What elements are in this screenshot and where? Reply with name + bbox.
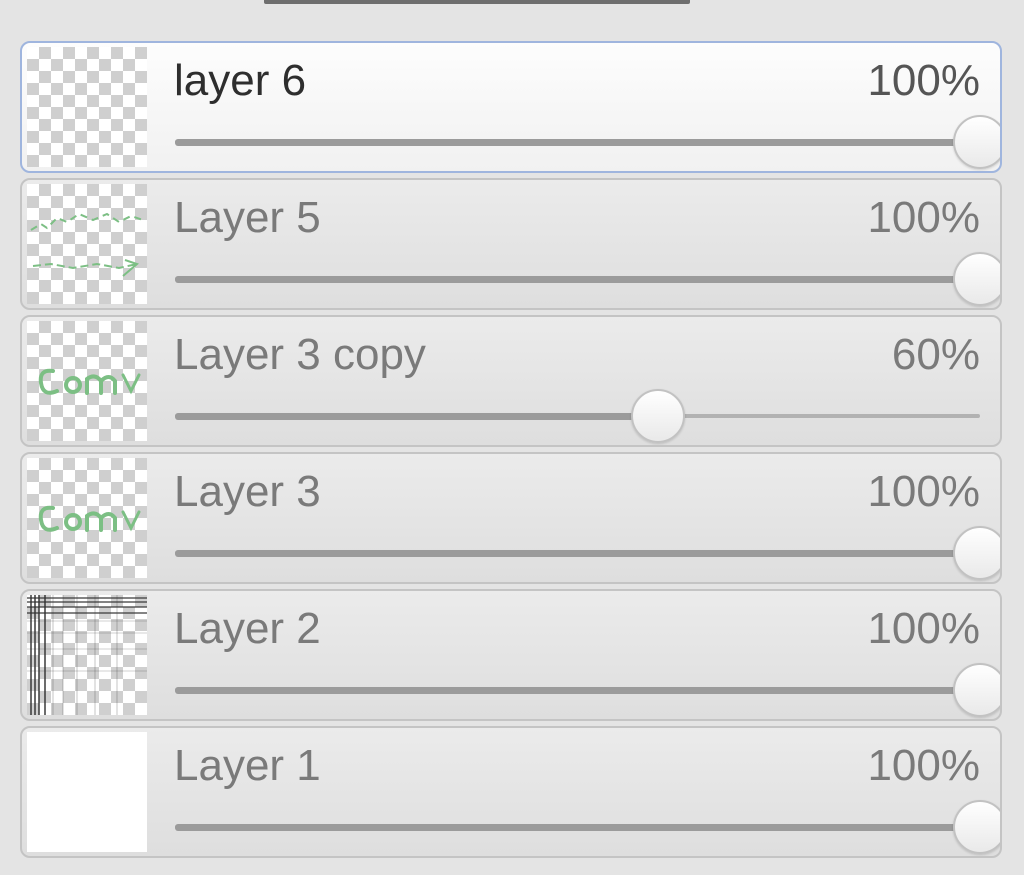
- layer-opacity-value: 100%: [867, 467, 980, 516]
- layer-row[interactable]: Layer 3 100%: [20, 452, 1002, 584]
- opacity-slider[interactable]: [175, 252, 1000, 306]
- slider-fill: [175, 413, 658, 420]
- slider-handle[interactable]: [953, 526, 1000, 580]
- opacity-slider[interactable]: [175, 389, 980, 443]
- opacity-slider[interactable]: [175, 526, 1000, 580]
- layer-thumbnail: [27, 732, 147, 852]
- layer-row[interactable]: Layer 3 copy 60%: [20, 315, 1002, 447]
- opacity-slider[interactable]: [175, 115, 1000, 169]
- layer-opacity-value: 60%: [891, 330, 980, 379]
- thumbnail-art: [30, 212, 144, 277]
- layers-panel: layer 6 100% Layer 5 100% Layer 3 copy 6…: [20, 41, 1002, 863]
- slider-fill: [175, 687, 980, 694]
- slider-fill: [175, 824, 980, 831]
- layer-row[interactable]: Layer 1 100%: [20, 726, 1002, 858]
- layer-row[interactable]: layer 6 100%: [20, 41, 1002, 173]
- slider-handle[interactable]: [953, 663, 1000, 717]
- thumbnail-art: [38, 368, 141, 395]
- thumbnail-art: [27, 595, 147, 715]
- layer-name[interactable]: Layer 5: [174, 190, 321, 246]
- thumbnail-art: [38, 505, 141, 532]
- opacity-slider[interactable]: [175, 663, 1000, 717]
- panel-header-bar: [264, 0, 690, 4]
- layer-opacity-value: 100%: [867, 604, 980, 653]
- layer-opacity-value: 100%: [867, 56, 980, 105]
- layer-thumbnail: [27, 184, 147, 304]
- slider-handle[interactable]: [953, 252, 1000, 306]
- layer-name[interactable]: Layer 3 copy: [174, 327, 426, 383]
- layer-thumbnail: [27, 458, 147, 578]
- slider-handle[interactable]: [953, 115, 1000, 169]
- slider-fill: [175, 550, 980, 557]
- layer-row[interactable]: Layer 2 100%: [20, 589, 1002, 721]
- layer-name[interactable]: Layer 2: [174, 601, 321, 657]
- layer-name[interactable]: layer 6: [174, 53, 306, 109]
- layer-opacity-value: 100%: [867, 741, 980, 790]
- layer-thumbnail: [27, 595, 147, 715]
- opacity-slider[interactable]: [175, 800, 1000, 854]
- slider-handle[interactable]: [631, 389, 685, 443]
- slider-fill: [175, 276, 980, 283]
- layer-row[interactable]: Layer 5 100%: [20, 178, 1002, 310]
- layer-thumbnail: [27, 47, 147, 167]
- slider-fill: [175, 139, 980, 146]
- layer-opacity-value: 100%: [867, 193, 980, 242]
- layer-name[interactable]: Layer 3: [174, 464, 321, 520]
- layer-name[interactable]: Layer 1: [174, 738, 321, 794]
- slider-handle[interactable]: [953, 800, 1000, 854]
- layer-thumbnail: [27, 321, 147, 441]
